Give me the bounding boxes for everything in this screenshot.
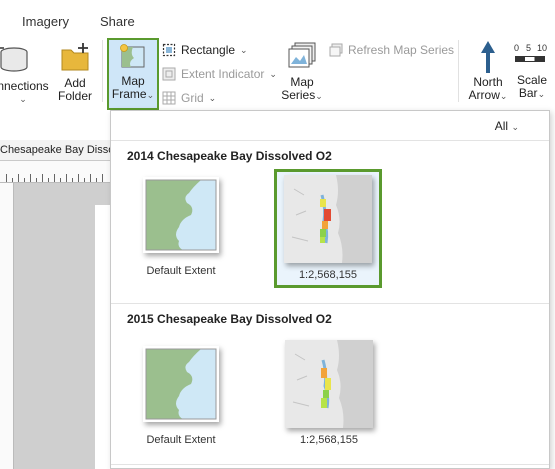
layout-canvas[interactable] — [0, 183, 110, 469]
chevron-down-icon: ⌄ — [315, 91, 323, 101]
scale-bar-button[interactable]: 0 5 10 Scale Bar⌄ — [512, 42, 552, 101]
gallery-item-default-extent[interactable]: Default Extent — [133, 177, 229, 277]
gallery-filter-dropdown[interactable]: All ⌄ — [495, 119, 519, 133]
gallery-filter-label: All — [494, 119, 509, 133]
gallery-item-caption: 1:2,568,155 — [299, 434, 359, 446]
extent-indicator-label: Extent Indicator — [181, 67, 265, 81]
tab-imagery[interactable]: Imagery — [22, 14, 69, 29]
north-arrow-button[interactable]: N North Arrow⌄ — [466, 40, 510, 103]
connections-label: nnections — [0, 79, 49, 93]
grid-icon — [162, 91, 176, 105]
divider — [111, 303, 549, 304]
grid-button[interactable]: Grid ⌄ — [162, 88, 216, 108]
add-folder-button[interactable]: Add Folder — [54, 42, 96, 103]
extent-indicator-icon — [162, 67, 176, 81]
section-title: 2014 Chesapeake Bay Dissolved O2 — [127, 149, 332, 163]
chevron-down-icon: ⌄ — [499, 91, 508, 101]
extent-indicator-button[interactable]: Extent Indicator ⌄ — [162, 64, 277, 84]
refresh-map-series-icon — [329, 43, 343, 57]
refresh-map-series-label: Refresh Map Series — [348, 43, 455, 57]
refresh-map-series-button[interactable]: Refresh Map Series — [329, 40, 454, 60]
chevron-down-icon: ⌄ — [240, 44, 248, 55]
map-frame-icon — [120, 44, 145, 68]
chevron-down-icon: ⌄ — [146, 90, 155, 100]
default-extent-thumbnail — [143, 177, 219, 253]
scale-tick-label: 0 — [514, 43, 520, 53]
north-arrow-icon: N — [481, 41, 495, 73]
section-title: 2015 Chesapeake Bay Dissolved O2 — [127, 312, 332, 326]
database-icon — [0, 47, 28, 72]
rectangle-button[interactable]: Rectangle ⌄ — [162, 40, 248, 60]
rectangle-label: Rectangle — [181, 43, 236, 57]
default-extent-thumbnail — [143, 346, 219, 422]
chevron-down-icon: ⌄ — [208, 92, 217, 103]
connections-button[interactable]: nnections ⌄ — [0, 42, 52, 106]
chevron-down-icon: ⌄ — [269, 68, 277, 79]
scale-tick-label: 10 — [537, 43, 548, 53]
north-arrow-label-2: Arrow⌄ — [468, 88, 508, 102]
rectangle-icon — [162, 43, 176, 57]
vertical-ruler — [0, 183, 14, 469]
add-folder-label-2: Folder — [57, 89, 92, 103]
scale-tick-label: 5 — [526, 43, 532, 53]
grid-label: Grid — [181, 91, 204, 105]
scale-map-thumbnail — [285, 340, 373, 428]
ribbon-separator — [458, 40, 459, 102]
chevron-down-icon: ⌄ — [511, 122, 519, 132]
layout-view-tab-label: Chesapeake Bay Dissol — [0, 144, 110, 156]
chevron-down-icon: ⌄ — [537, 89, 546, 99]
divider — [111, 140, 549, 141]
gallery-item-scale[interactable]: 1:2,568,155 — [274, 169, 382, 288]
layout-view-tab[interactable]: Chesapeake Bay Dissol — [0, 140, 110, 161]
folder-add-icon — [61, 43, 89, 71]
divider — [111, 464, 549, 465]
scale-bar-icon: 0 5 10 — [512, 42, 552, 74]
ribbon-tabs: Imagery Share — [0, 0, 555, 38]
ribbon: nnections ⌄ Add Folder Map Frame⌄ Rectan… — [0, 38, 555, 110]
scale-map-thumbnail — [284, 175, 372, 263]
scale-bar-label-2: Bar⌄ — [518, 86, 546, 100]
chevron-down-icon: ⌄ — [19, 94, 27, 104]
tab-share[interactable]: Share — [100, 14, 135, 29]
horizontal-ruler — [0, 161, 110, 183]
gallery-item-caption: 1:2,568,155 — [298, 269, 358, 281]
ribbon-separator — [102, 40, 103, 102]
gallery-item-caption: Default Extent — [146, 434, 216, 446]
map-frame-label-2: Frame⌄ — [111, 87, 155, 101]
map-frame-button[interactable]: Map Frame⌄ — [107, 38, 159, 110]
gallery-item-caption: Default Extent — [146, 265, 216, 277]
map-series-label-2: Series⌄ — [281, 88, 323, 102]
gallery-item-scale[interactable]: 1:2,568,155 — [281, 340, 377, 446]
map-frame-gallery: All ⌄ 2014 Chesapeake Bay Dissolved O2 D… — [110, 110, 550, 469]
map-series-button[interactable]: Map Series⌄ — [280, 40, 324, 103]
map-series-icon — [288, 42, 316, 68]
gallery-item-default-extent[interactable]: Default Extent — [133, 346, 229, 446]
